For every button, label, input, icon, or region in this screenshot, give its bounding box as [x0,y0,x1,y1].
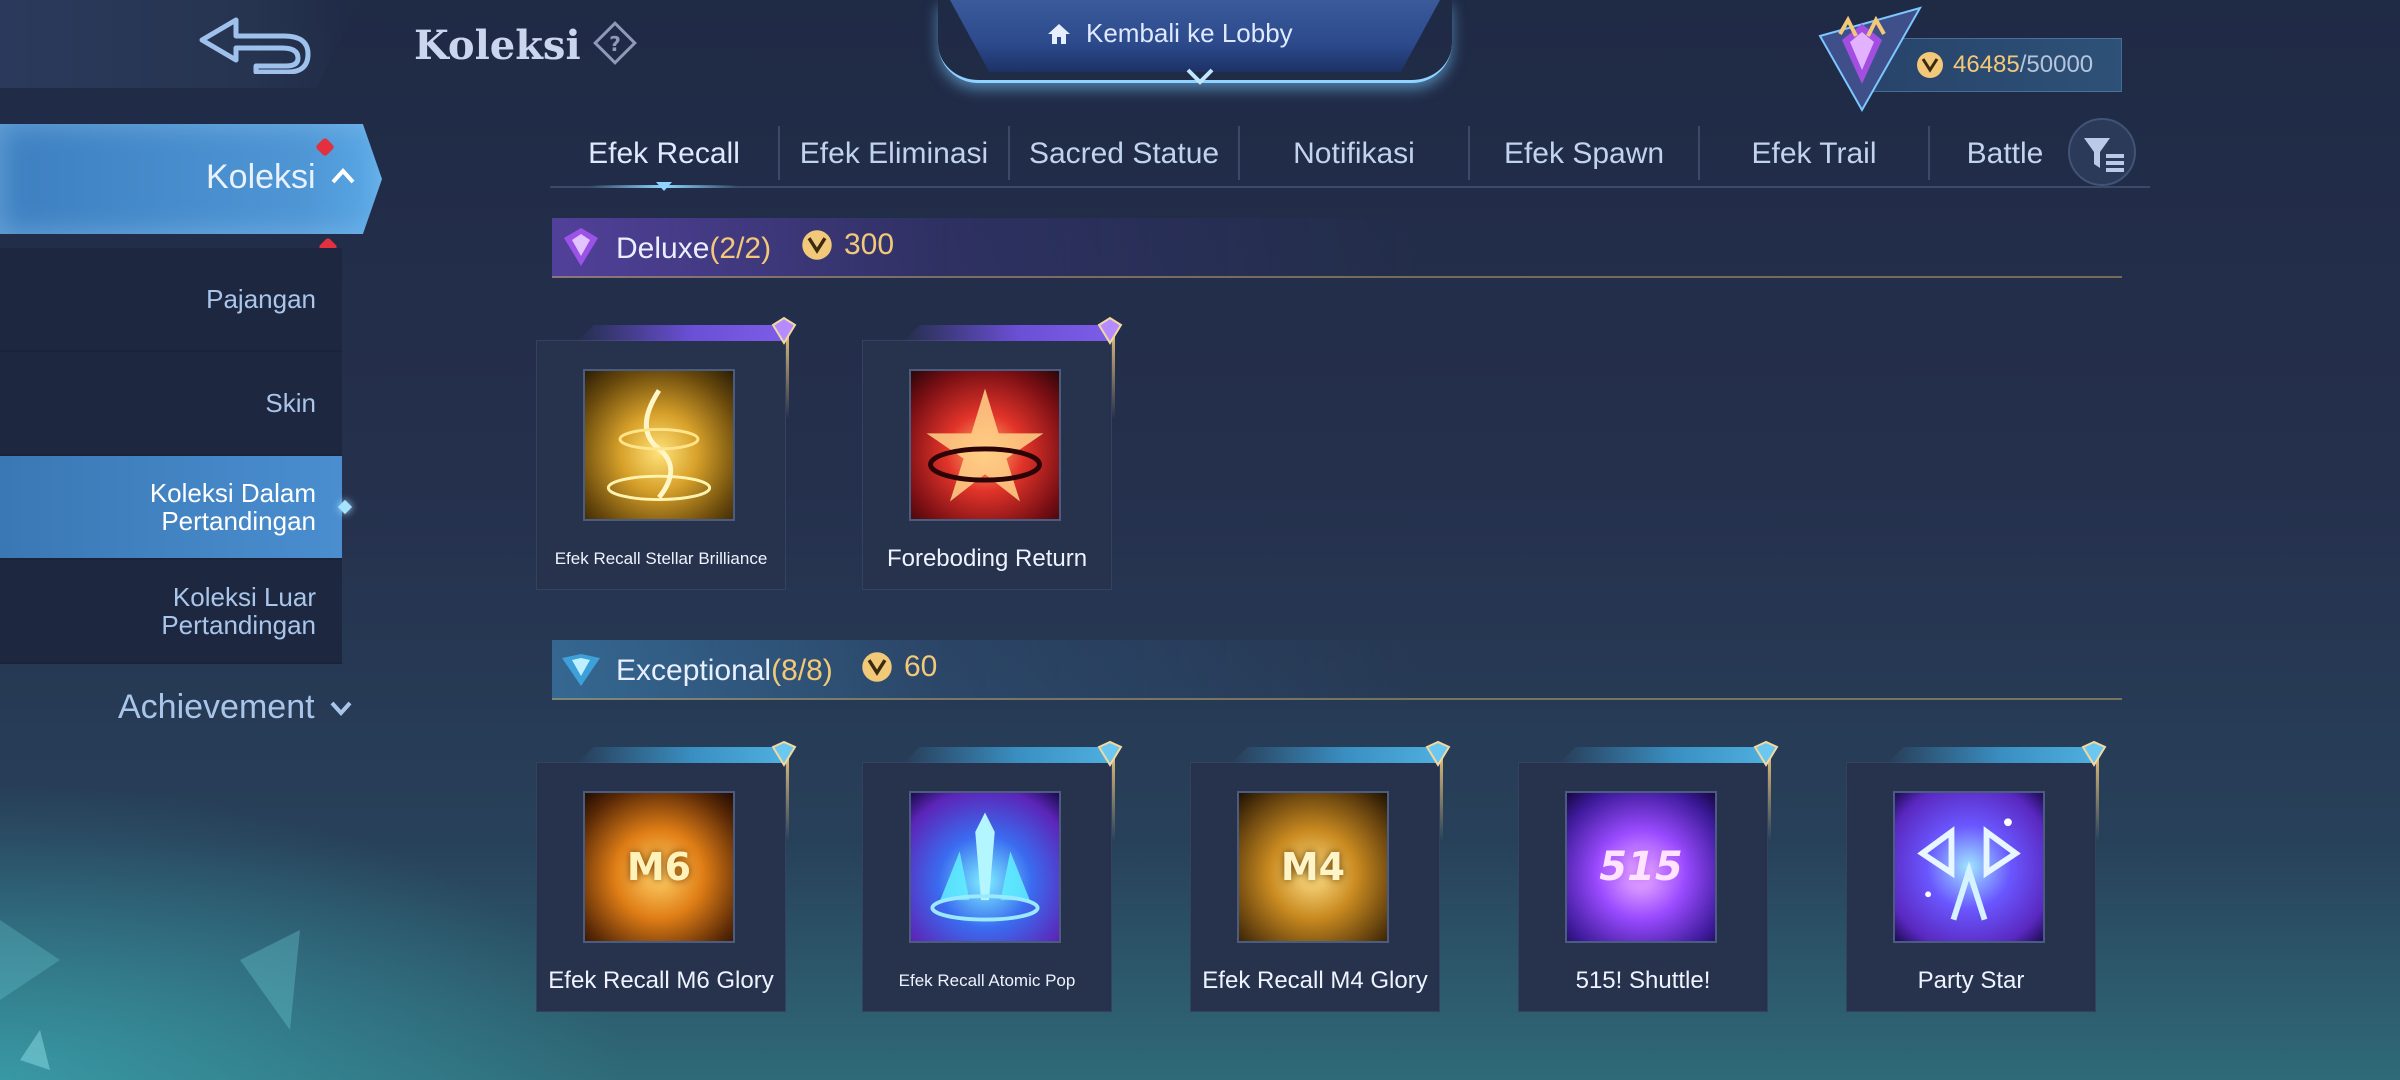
sidebar-achievement[interactable]: Achievement [118,688,353,727]
collection-point-icon [862,652,892,682]
home-icon [1048,23,1070,44]
tab-sacred-statue[interactable]: Sacred Statue [1010,126,1240,180]
sidebar-koleksi-label: Koleksi [206,158,316,196]
lobby-label: Kembali ke Lobby [1086,18,1293,48]
background-shards [0,920,300,1070]
sidebar-item-skin[interactable]: Skin [0,352,342,456]
item-name: 515! Shuttle! [1575,967,1711,994]
collection-point-icon [802,230,832,260]
tab-efek-trail[interactable]: Efek Trail [1700,126,1930,180]
points-max: /50000 [2019,51,2094,78]
help-icon[interactable]: ? [592,20,638,66]
section-name-exceptional: Exceptional [616,654,772,687]
item-name: Party Star [1917,967,2025,994]
collection-card[interactable]: Foreboding Return [862,316,1123,590]
chevron-down-icon [330,701,352,716]
item-thumbnail [1893,791,2045,943]
item-thumbnail [909,369,1061,521]
stellar-recall-art [606,389,712,501]
collection-card[interactable]: M4 Efek Recall M4 Glory [1190,740,1451,1012]
collection-card[interactable]: Efek Recall Stellar Brilliance [536,316,797,590]
party-star-art [1917,818,2021,921]
category-tabs: Efek Recall Efek Eliminasi Sacred Statue… [550,118,2150,188]
tab-battle[interactable]: Battle [1930,126,2080,180]
collection-card[interactable]: 515 515! Shuttle! [1518,740,1779,1012]
rarity-gem-icon [771,316,797,345]
exceptional-gem-icon [562,654,600,686]
515-badge: 515 [1599,844,1683,890]
page-title: Koleksi [414,22,581,69]
achievement-label: Achievement [118,688,315,726]
item-name: Efek Recall M6 Glory [548,967,774,994]
active-tab-indicator-icon [656,182,672,191]
back-arrow-icon [199,17,311,74]
rarity-gem-icon [1753,740,1779,767]
item-name: Efek Recall Stellar Brilliance [554,549,768,568]
item-thumbnail: M4 [1237,791,1389,943]
svg-text:?: ? [609,32,621,56]
sidebar-item-pajangan[interactable]: Pajangan [0,248,342,352]
lobby-chevron-icon [1186,68,1214,85]
rarity-gem-icon [771,740,797,767]
deluxe-gem-icon [564,228,598,266]
item-thumbnail: 515 [1565,791,1717,943]
section-header-exceptional: Exceptional(8/8) 60 [552,640,2122,700]
collection-card[interactable]: M6 Efek Recall M6 Glory [536,740,797,1012]
section-points-deluxe: 300 [844,228,895,261]
section-header-deluxe: Deluxe(2/2) 300 [552,218,2122,278]
tab-efek-eliminasi[interactable]: Efek Eliminasi [780,126,1010,180]
points-current: 46485 [1953,51,2020,78]
sidebar-list: Pajangan Skin Koleksi Dalam Pertandingan… [0,248,342,664]
sidebar-item-koleksi-luar-pertandingan[interactable]: Koleksi Luar Pertandingan [0,560,342,664]
item-name: Efek Recall M4 Glory [1202,967,1428,994]
sidebar-item-koleksi-dalam-pertandingan[interactable]: Koleksi Dalam Pertandingan [0,456,342,560]
section-count-deluxe: (2/2) [709,232,772,265]
collector-rank-emblem-icon[interactable] [1800,6,1930,116]
section-points-exceptional: 60 [904,650,938,683]
rarity-gem-icon [1097,316,1123,345]
m4-badge: M4 [1280,845,1346,889]
back-button[interactable] [0,0,360,88]
collection-card[interactable]: Party Star [1846,740,2107,1012]
rarity-gem-icon [1425,740,1451,767]
tab-efek-spawn[interactable]: Efek Spawn [1470,126,1700,180]
m6-badge: M6 [626,845,692,889]
rarity-gem-icon [1097,740,1123,767]
foreboding-return-art [926,388,1044,502]
item-thumbnail [583,369,735,521]
item-name: Foreboding Return [886,545,1088,572]
tab-notifikasi[interactable]: Notifikasi [1240,126,1470,180]
section-name-deluxe: Deluxe [616,232,710,265]
item-name: Efek Recall Atomic Pop [898,971,1076,990]
item-thumbnail [909,791,1061,943]
section-count-exceptional: (8/8) [771,654,833,687]
filter-icon [2084,138,2124,172]
atomic-pop-art [930,812,1040,922]
chevron-up-icon [331,168,355,184]
filter-button[interactable] [2068,118,2136,186]
item-thumbnail: M6 [583,791,735,943]
tab-efek-recall[interactable]: Efek Recall [550,126,780,188]
top-bar: Koleksi ? Kembali ke Lobby 46485/50000 [0,0,2400,113]
collection-card[interactable]: Efek Recall Atomic Pop [862,740,1123,1012]
rarity-gem-icon [2081,740,2107,767]
